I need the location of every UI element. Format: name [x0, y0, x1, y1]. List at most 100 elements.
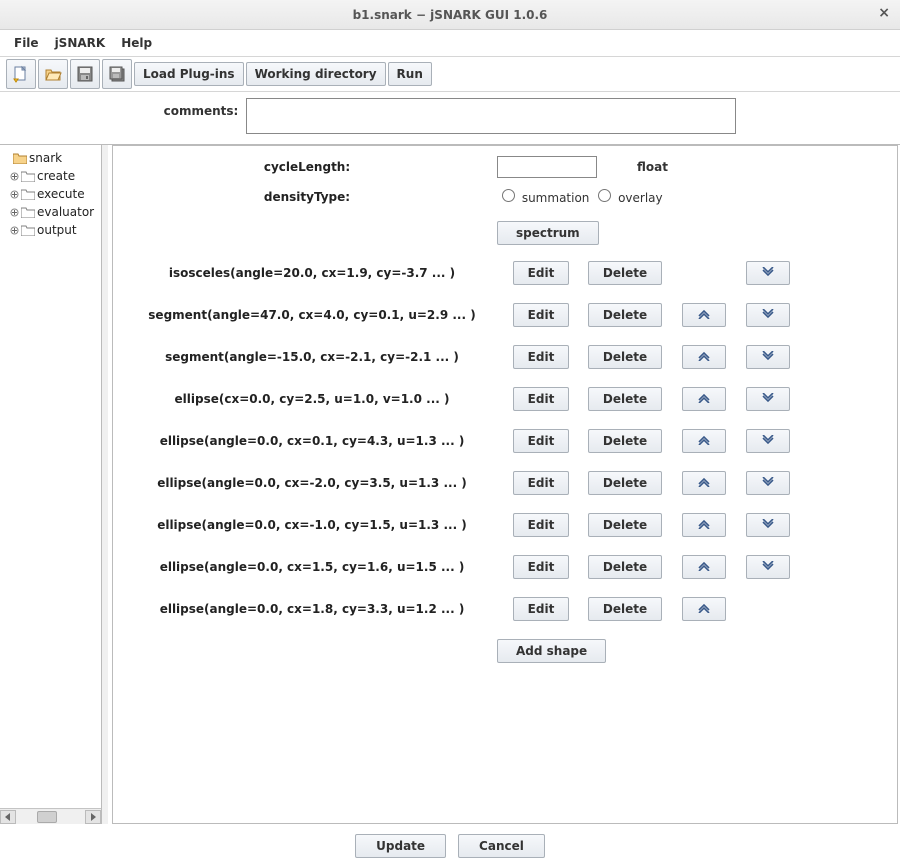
run-button[interactable]: Run [388, 62, 432, 86]
move-up-button[interactable] [682, 429, 726, 453]
tree-item-evaluator[interactable]: evaluator [2, 203, 99, 221]
tree-root-label: snark [29, 151, 62, 165]
shape-label: ellipse(angle=0.0, cx=1.8, cy=3.3, u=1.2… [127, 602, 497, 616]
tree-panel: snark create execute evaluator output [0, 145, 102, 824]
move-down-button[interactable] [746, 303, 790, 327]
menu-help[interactable]: Help [115, 34, 158, 52]
edit-button[interactable]: Edit [513, 429, 570, 453]
cycle-length-input[interactable] [497, 156, 597, 178]
move-up-button[interactable] [682, 345, 726, 369]
delete-button[interactable]: Delete [588, 471, 662, 495]
edit-button[interactable]: Edit [513, 261, 570, 285]
tree-item-create[interactable]: create [2, 167, 99, 185]
delete-button[interactable]: Delete [588, 597, 662, 621]
move-down-button[interactable] [746, 513, 790, 537]
footer-buttons: Update Cancel [0, 824, 900, 868]
tree-item-output[interactable]: output [2, 221, 99, 239]
chevron-down-icon [761, 392, 775, 406]
scroll-thumb[interactable] [37, 811, 58, 823]
edit-button[interactable]: Edit [513, 387, 570, 411]
move-up-button[interactable] [682, 513, 726, 537]
delete-button[interactable]: Delete [588, 261, 662, 285]
folder-icon [13, 152, 27, 164]
tree-root[interactable]: snark [2, 149, 99, 167]
move-down-button[interactable] [746, 387, 790, 411]
main-panel: cycleLength: float densityType: summatio… [102, 145, 900, 824]
comments-label: comments: [164, 98, 239, 118]
new-file-icon[interactable] [6, 59, 36, 89]
horizontal-scrollbar[interactable] [0, 808, 101, 824]
chevron-up-icon [697, 602, 711, 616]
radio-summation[interactable] [502, 189, 515, 202]
close-icon[interactable]: × [878, 5, 890, 21]
tree-item-execute[interactable]: execute [2, 185, 99, 203]
move-down-button[interactable] [746, 429, 790, 453]
menubar: File jSNARK Help [0, 30, 900, 56]
scroll-right-icon[interactable] [85, 810, 101, 824]
delete-button[interactable]: Delete [588, 555, 662, 579]
folder-icon [21, 206, 35, 218]
edit-button[interactable]: Edit [513, 555, 570, 579]
move-up-button[interactable] [682, 597, 726, 621]
move-up-button[interactable] [682, 555, 726, 579]
density-option-summation[interactable]: summation [497, 191, 589, 205]
move-up-button[interactable] [682, 387, 726, 411]
menu-jsnark[interactable]: jSNARK [49, 34, 112, 52]
cycle-length-label: cycleLength: [117, 160, 497, 174]
delete-button[interactable]: Delete [588, 303, 662, 327]
edit-button[interactable]: Edit [513, 597, 570, 621]
shape-row: segment(angle=47.0, cx=4.0, cy=0.1, u=2.… [117, 303, 893, 327]
delete-button[interactable]: Delete [588, 429, 662, 453]
titlebar: b1.snark − jSNARK GUI 1.0.6 × [0, 0, 900, 30]
cancel-button[interactable]: Cancel [458, 834, 545, 858]
delete-button[interactable]: Delete [588, 513, 662, 537]
save-icon[interactable] [70, 59, 100, 89]
spectrum-button[interactable]: spectrum [497, 221, 599, 245]
move-up-button[interactable] [682, 471, 726, 495]
expand-icon[interactable] [10, 172, 19, 181]
workspace: snark create execute evaluator output [0, 144, 900, 824]
delete-button[interactable]: Delete [588, 345, 662, 369]
chevron-down-icon [761, 518, 775, 532]
density-type-label: densityType: [117, 186, 497, 204]
shape-label: ellipse(angle=0.0, cx=0.1, cy=4.3, u=1.3… [127, 434, 497, 448]
move-down-button[interactable] [746, 555, 790, 579]
density-type-row: densityType: summation overlay [117, 186, 893, 205]
tree: snark create execute evaluator output [0, 145, 101, 808]
expand-icon[interactable] [10, 226, 19, 235]
scroll-track[interactable] [16, 810, 85, 824]
comments-input[interactable] [246, 98, 736, 134]
expand-icon[interactable] [10, 208, 19, 217]
folder-icon [21, 170, 35, 182]
add-shape-button[interactable]: Add shape [497, 639, 606, 663]
open-file-icon[interactable] [38, 59, 68, 89]
edit-button[interactable]: Edit [513, 345, 570, 369]
shape-label: segment(angle=-15.0, cx=-2.1, cy=-2.1 ..… [127, 350, 497, 364]
scroll-left-icon[interactable] [0, 810, 16, 824]
chevron-up-icon [697, 308, 711, 322]
move-down-button[interactable] [746, 471, 790, 495]
density-option-overlay[interactable]: overlay [593, 191, 662, 205]
shape-label: ellipse(angle=0.0, cx=-1.0, cy=1.5, u=1.… [127, 518, 497, 532]
delete-button[interactable]: Delete [588, 387, 662, 411]
chevron-up-icon [697, 560, 711, 574]
comments-row: comments: [0, 92, 900, 144]
radio-overlay[interactable] [598, 189, 611, 202]
save-as-icon[interactable] [102, 59, 132, 89]
chevron-down-icon [761, 308, 775, 322]
cycle-length-row: cycleLength: float [117, 156, 893, 178]
expand-icon[interactable] [10, 190, 19, 199]
chevron-up-icon [697, 518, 711, 532]
load-plugins-button[interactable]: Load Plug-ins [134, 62, 244, 86]
edit-button[interactable]: Edit [513, 513, 570, 537]
edit-button[interactable]: Edit [513, 303, 570, 327]
move-down-button[interactable] [746, 345, 790, 369]
edit-button[interactable]: Edit [513, 471, 570, 495]
shape-row: ellipse(cx=0.0, cy=2.5, u=1.0, v=1.0 ...… [117, 387, 893, 411]
update-button[interactable]: Update [355, 834, 446, 858]
move-up-button[interactable] [682, 303, 726, 327]
menu-file[interactable]: File [8, 34, 45, 52]
chevron-up-icon [697, 434, 711, 448]
working-directory-button[interactable]: Working directory [246, 62, 386, 86]
move-down-button[interactable] [746, 261, 790, 285]
